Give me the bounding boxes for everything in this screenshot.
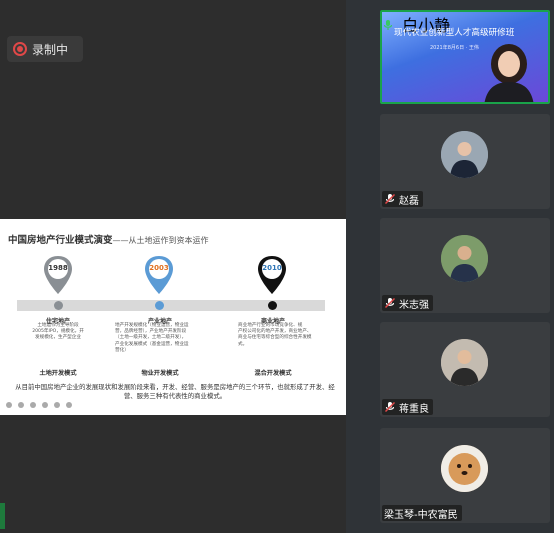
participant-name-tag: 赵磊	[382, 191, 423, 207]
speaker-silhouette	[484, 44, 534, 102]
participant-name-tag: 梁玉琴-中农富民	[382, 505, 462, 521]
participant-name: 蒋重良	[399, 403, 429, 415]
participant-name-tag: 米志强	[382, 295, 433, 311]
slide-title: 中国房地产行业模式演变——从土地运作到资本运作	[8, 232, 209, 246]
avatar-photo-icon	[441, 339, 488, 386]
main-share-area: 录制中 中国房地产行业模式演变——从土地运作到资本运作 1988 2003 20…	[0, 0, 346, 533]
avatar-photo-icon	[441, 131, 488, 178]
avatar	[441, 131, 488, 178]
avatar-photo-icon	[441, 235, 488, 282]
participant-name-tag: 蒋重良	[382, 399, 433, 415]
avatar-photo-icon	[441, 445, 488, 492]
edge-handle[interactable]	[0, 503, 5, 529]
timeline-bar	[17, 300, 325, 311]
timeline-dot	[268, 301, 277, 310]
more-icon[interactable]	[66, 402, 72, 408]
mode-label: 土地开发模式	[39, 370, 77, 377]
year-label: 2010	[262, 264, 282, 272]
participant-tile-2[interactable]: 米志强	[380, 218, 550, 313]
shared-slide: 中国房地产行业模式演变——从土地运作到资本运作 1988 2003 2010 住…	[0, 219, 346, 415]
pen-icon[interactable]	[30, 402, 36, 408]
avatar	[441, 235, 488, 282]
slide-subtitle: ——从土地运作到资本运作	[112, 236, 209, 245]
stage-description: 商业地产行业的市场竞争化、规 产权公司化的地产开发，商业地产、 商业与住宅等综合…	[238, 323, 330, 348]
desc-line: 式。	[238, 341, 248, 347]
menu-icon[interactable]	[54, 402, 60, 408]
participant-tile-4[interactable]: 梁玉琴-中农富民	[380, 428, 550, 523]
record-icon	[13, 42, 27, 56]
pointer-icon[interactable]	[42, 402, 48, 408]
timeline-pin-1988: 1988	[41, 254, 75, 298]
timeline-dot	[155, 301, 164, 310]
participant-video-0[interactable]: 现代农业创新型人才高级研修班 2021年8月6日 · 王伟 白小静	[380, 10, 550, 104]
participant-tile-3[interactable]: 蒋重良	[380, 322, 550, 417]
timeline-pin-2010: 2010	[255, 254, 289, 298]
mic-muted-icon	[384, 401, 396, 413]
video-banner-title: 现代农业创新型人才高级研修班	[394, 28, 515, 38]
map-pin-icon	[258, 256, 286, 294]
prev-icon[interactable]	[6, 402, 12, 408]
stage-description: 地产开发规模化（物业运营，物业运 营，品牌经营），产业地产开发阶段 （土地一级开…	[115, 323, 205, 354]
avatar	[441, 339, 488, 386]
year-label: 2003	[149, 264, 169, 272]
avatar	[441, 445, 488, 492]
mic-muted-icon	[384, 297, 396, 309]
mic-muted-icon	[384, 193, 396, 205]
desc-line: 营化）	[115, 347, 129, 353]
recording-label: 录制中	[32, 42, 69, 57]
map-pin-icon	[145, 256, 173, 294]
year-label: 1988	[48, 264, 68, 272]
recording-indicator[interactable]: 录制中	[7, 36, 83, 62]
slide-title-main: 中国房地产行业模式演变	[8, 235, 113, 246]
mode-label: 混合开发模式	[254, 370, 292, 377]
map-pin-icon	[44, 256, 72, 294]
participant-name: 米志强	[399, 299, 429, 311]
next-icon[interactable]	[18, 402, 24, 408]
participant-name: 赵磊	[399, 195, 419, 207]
mode-label: 物业开发模式	[141, 370, 179, 377]
desc-line: 发规模化，生产型企业	[35, 335, 81, 341]
participant-tile-1[interactable]: 赵磊	[380, 114, 550, 209]
timeline-pin-2003: 2003	[142, 254, 176, 298]
stage-description: 土地运作为主导阶段 2005年IPO，规模化，开 发规模化，生产型企业	[28, 323, 88, 342]
microphone-icon	[383, 20, 393, 30]
video-banner-sub: 2021年8月6日 · 王伟	[430, 45, 479, 51]
participant-name: 梁玉琴-中农富民	[384, 509, 458, 521]
timeline-dot	[54, 301, 63, 310]
slide-summary: 从目前中国房地产企业的发展现状和发展阶段来看，开发、经营、服务是房地产的三个环节…	[15, 383, 335, 400]
slide-toolbar	[6, 402, 72, 408]
